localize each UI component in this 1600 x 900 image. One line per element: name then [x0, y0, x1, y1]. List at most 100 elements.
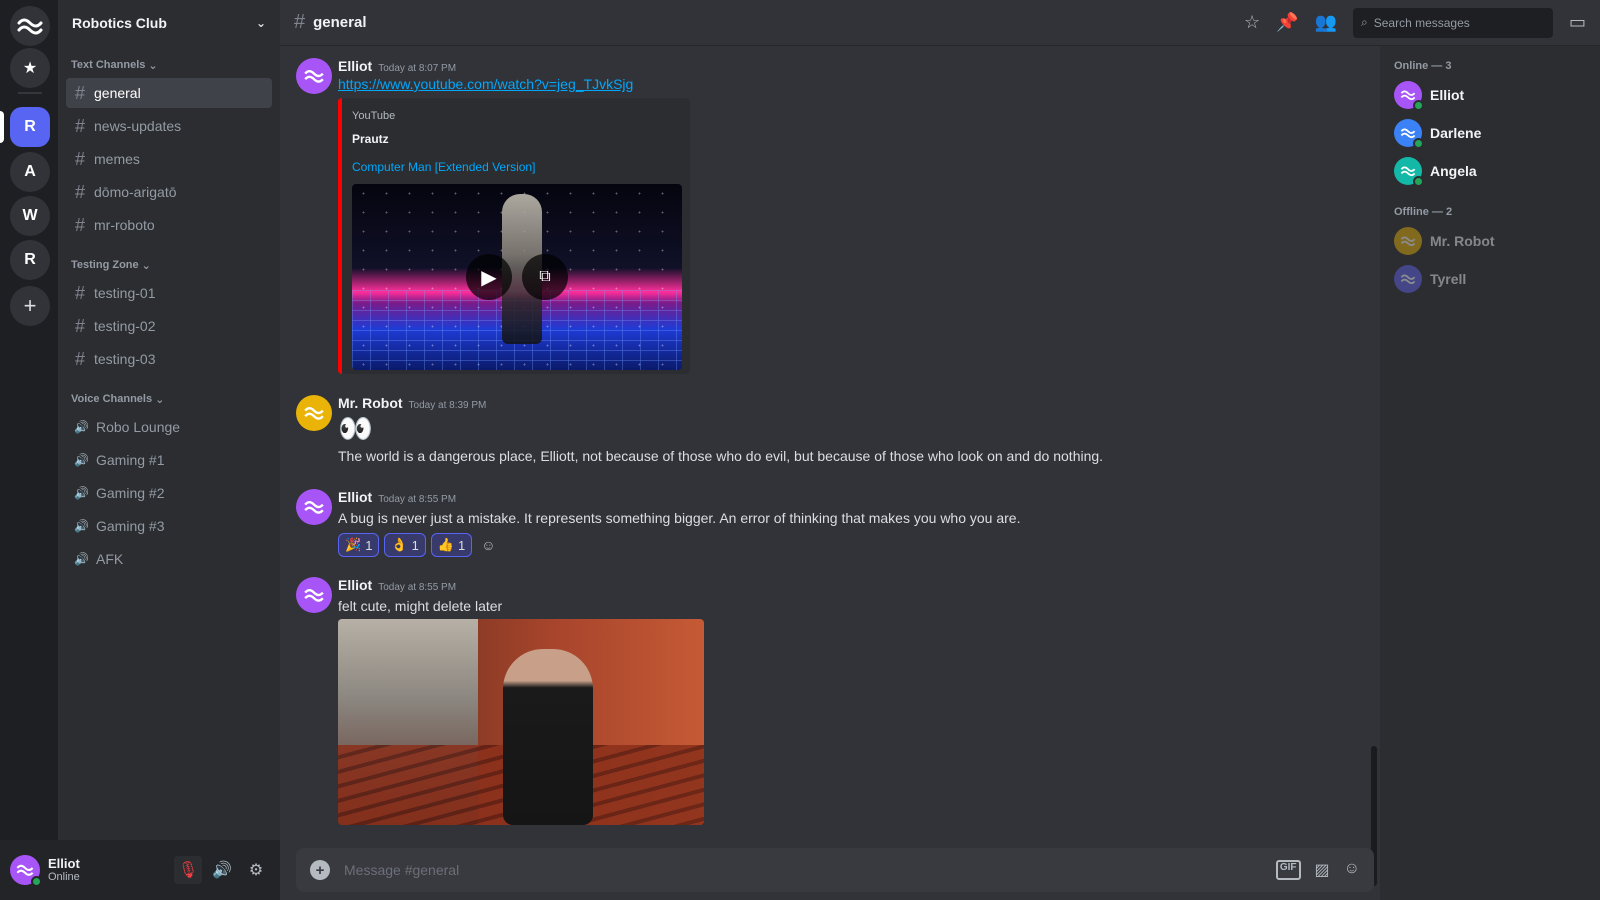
- reaction-thumbs-up[interactable]: 👍 1: [430, 533, 473, 558]
- offline-group-header: Offline — 2: [1394, 206, 1453, 218]
- chevron-down-icon: ⌄: [141, 259, 151, 272]
- avatar[interactable]: [296, 58, 332, 94]
- avatar: [1394, 119, 1424, 149]
- reactions-row: 🎉 1 👌 1 👍 1 ☺: [338, 533, 1318, 558]
- user-status: Online: [48, 871, 80, 884]
- message-list: Elliot Today at 8:07 PM https://www.youtu…: [280, 46, 1600, 886]
- inbox-icon[interactable]: ▭: [1569, 12, 1586, 33]
- channel-testing-02[interactable]: # testing-02: [66, 311, 272, 341]
- message-link[interactable]: https://www.youtube.com/watch?v=jeg_TJvk…: [338, 76, 633, 92]
- open-external-icon[interactable]: ⧉: [522, 254, 568, 300]
- image-attachment[interactable]: [338, 619, 704, 826]
- sticker-icon[interactable]: ▨: [1315, 860, 1330, 880]
- voice-channel-gaming-3[interactable]: 🔊 Gaming #3: [66, 511, 272, 541]
- user-name: Elliot: [48, 855, 80, 871]
- embed-title[interactable]: Computer Man [Extended Version]: [352, 160, 680, 174]
- add-attachment-icon[interactable]: +: [310, 860, 330, 880]
- user-identity[interactable]: Elliot Online: [48, 856, 80, 885]
- channel-memes[interactable]: # memes: [66, 144, 272, 174]
- hash-icon: #: [74, 282, 85, 303]
- message-author[interactable]: Elliot: [338, 577, 372, 593]
- members-icon[interactable]: 👥: [1315, 12, 1337, 33]
- category-text-channels[interactable]: Text Channels ⌄: [58, 56, 280, 74]
- channel-label: general: [94, 85, 141, 101]
- server-icon-r-active[interactable]: R: [10, 107, 50, 147]
- reaction-ok-hand[interactable]: 👌 1: [384, 533, 426, 558]
- play-icon[interactable]: ▶: [466, 254, 512, 300]
- category-label: Voice Channels: [71, 393, 153, 405]
- home-logo-icon[interactable]: [10, 6, 50, 46]
- member-item[interactable]: Angela: [1380, 152, 1600, 190]
- channel-label: testing-02: [94, 318, 156, 334]
- voice-channel-afk[interactable]: 🔊 AFK: [66, 544, 272, 574]
- server-icon-w[interactable]: W: [10, 196, 50, 236]
- speaker-icon: 🔊: [74, 519, 89, 533]
- embed-author[interactable]: Prautz: [352, 132, 680, 146]
- favorites-star-icon[interactable]: ★: [10, 48, 50, 88]
- channel-label: Gaming #1: [96, 452, 165, 468]
- member-item[interactable]: Elliot: [1380, 76, 1600, 114]
- voice-channel-gaming-2[interactable]: 🔊 Gaming #2: [66, 478, 272, 508]
- online-status-icon: [1413, 138, 1424, 149]
- channel-general[interactable]: # general: [66, 78, 272, 108]
- message-composer[interactable]: + Message #general GIF ▨ ☺: [296, 848, 1374, 892]
- avatar[interactable]: [296, 395, 332, 431]
- reaction-count: 1: [458, 537, 466, 553]
- video-thumbnail[interactable]: ▶ ⧉: [352, 184, 682, 370]
- server-icon-r[interactable]: R: [10, 240, 50, 280]
- message-text: The world is a dangerous place, Elliott,…: [338, 448, 1104, 465]
- headphones-speaker-icon[interactable]: 🔊: [208, 856, 236, 884]
- member-name: Elliot: [1430, 87, 1465, 103]
- category-voice-channels[interactable]: Voice Channels ⌄: [58, 390, 280, 408]
- star-icon[interactable]: ☆: [1244, 12, 1260, 33]
- reaction-emoji: 👌: [391, 537, 408, 553]
- avatar: [1394, 265, 1422, 293]
- guild-header[interactable]: Robotics Club ⌄: [58, 0, 280, 46]
- voice-channel-robo-lounge[interactable]: 🔊 Robo Lounge: [66, 412, 272, 442]
- add-reaction-icon[interactable]: ☺: [481, 537, 495, 553]
- gif-icon[interactable]: GIF: [1275, 860, 1301, 880]
- message-author[interactable]: Mr. Robot: [338, 395, 403, 411]
- message-input[interactable]: Message #general: [344, 862, 1262, 878]
- channel-domo-arigato[interactable]: # dōmo-arigatō: [66, 177, 272, 207]
- online-status-icon: [1413, 100, 1424, 111]
- hash-icon: #: [74, 315, 85, 336]
- hash-icon: #: [294, 11, 306, 33]
- emoji-icon[interactable]: ☺: [1344, 860, 1360, 880]
- member-item[interactable]: Mr. Robot: [1380, 222, 1600, 260]
- channel-news-updates[interactable]: # news-updates: [66, 111, 272, 141]
- channel-label: AFK: [96, 551, 124, 567]
- member-item[interactable]: Darlene: [1380, 114, 1600, 152]
- message-author[interactable]: Elliot: [338, 58, 372, 74]
- add-server-icon[interactable]: +: [10, 286, 50, 326]
- channel-mr-roboto[interactable]: # mr-roboto: [66, 210, 272, 240]
- member-item[interactable]: Tyrell: [1380, 260, 1600, 298]
- avatar[interactable]: [10, 855, 42, 887]
- channel-sidebar: Robotics Club ⌄ Text Channels ⌄ # general …: [58, 0, 280, 840]
- avatar[interactable]: [296, 489, 332, 525]
- avatar[interactable]: [296, 577, 332, 613]
- category-label: Testing Zone: [71, 259, 139, 271]
- speaker-icon: 🔊: [74, 552, 89, 566]
- category-label: Text Channels: [71, 59, 146, 71]
- voice-channel-gaming-1[interactable]: 🔊 Gaming #1: [66, 445, 272, 475]
- gear-icon[interactable]: ⚙: [242, 856, 270, 884]
- member-list: Online — 3 Elliot Darlene Angela Offline…: [1380, 46, 1600, 900]
- message-author[interactable]: Elliot: [338, 489, 372, 505]
- message-timestamp: Today at 8:55 PM: [378, 494, 457, 505]
- server-icon-a[interactable]: A: [10, 152, 50, 192]
- pin-icon[interactable]: 📌: [1276, 12, 1298, 33]
- category-testing-zone[interactable]: Testing Zone ⌄: [58, 256, 280, 274]
- hash-icon: #: [74, 115, 85, 136]
- speaker-icon: 🔊: [74, 420, 89, 434]
- muted-mic-icon[interactable]: 🎙: [174, 856, 202, 884]
- online-status-icon: [1413, 176, 1424, 187]
- reaction-party[interactable]: 🎉 1: [338, 533, 380, 558]
- hash-icon: #: [74, 148, 85, 169]
- search-input[interactable]: ⌕ Search messages: [1352, 7, 1553, 38]
- channel-testing-03[interactable]: # testing-03: [66, 344, 272, 374]
- speaker-icon: 🔊: [74, 453, 89, 467]
- channel-testing-01[interactable]: # testing-01: [66, 278, 272, 308]
- member-name: Mr. Robot: [1430, 233, 1495, 249]
- member-name: Darlene: [1430, 125, 1482, 141]
